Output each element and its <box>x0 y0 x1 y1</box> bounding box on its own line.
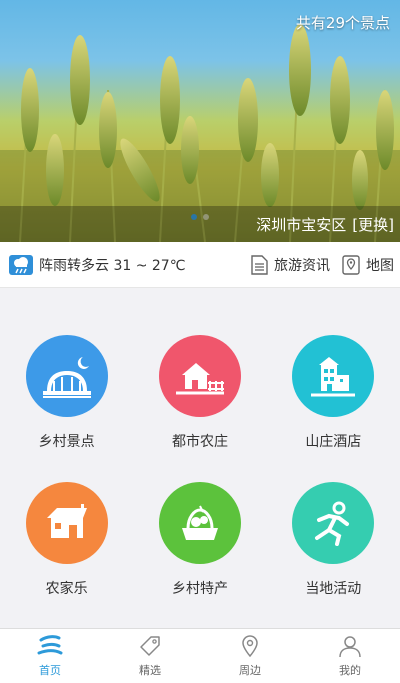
category-grid: 乡村景点 都市农庄 山庄酒店 农家乐 乡村特产 当地活动 <box>0 289 400 628</box>
location-pin-icon <box>242 635 258 658</box>
document-icon <box>251 254 268 275</box>
category-label: 山庄酒店 <box>305 434 362 450</box>
category-villa-hotel[interactable]: 山庄酒店 <box>267 335 400 482</box>
tab-label: 精选 <box>139 664 161 677</box>
category-label: 当地活动 <box>305 580 362 597</box>
category-farm-stay[interactable]: 农家乐 <box>0 481 133 629</box>
tab-profile[interactable]: 我的 <box>300 629 400 683</box>
tab-featured[interactable]: 精选 <box>100 629 200 683</box>
tab-label: 我的 <box>339 664 361 677</box>
user-icon <box>339 636 361 658</box>
category-urban-farm[interactable]: 都市农庄 <box>133 335 266 482</box>
travel-news-link[interactable]: 旅游资讯 <box>251 254 330 275</box>
tab-label: 周边 <box>239 664 261 677</box>
travel-news-label: 旅游资讯 <box>274 257 330 274</box>
tab-label: 首页 <box>39 664 61 677</box>
weather-text: 阵雨转多云 31 ~ 27℃ <box>39 257 186 274</box>
spot-count: 共有29个景点 <box>295 14 390 32</box>
info-row: 阵雨转多云 31 ~ 27℃ 旅游资讯 地图 <box>0 242 400 288</box>
map-pin-icon <box>342 254 360 275</box>
category-label: 乡村特产 <box>171 580 228 597</box>
change-location-button[interactable]: [更换] <box>352 214 394 235</box>
weather: 阵雨转多云 31 ~ 27℃ <box>9 254 239 275</box>
running-person-icon <box>292 481 375 564</box>
tab-nearby[interactable]: 周边 <box>200 629 300 683</box>
category-local-events[interactable]: 当地活动 <box>267 481 400 629</box>
category-local-specialty[interactable]: 乡村特产 <box>133 481 266 629</box>
hotel-icon <box>292 335 375 417</box>
category-label: 乡村景点 <box>38 434 95 450</box>
banner-carousel[interactable]: 共有29个景点 深圳市宝安区 [更换] <box>0 0 400 242</box>
location-bar: 深圳市宝安区 [更换] <box>0 206 400 242</box>
bridge-moon-icon <box>25 335 108 417</box>
category-label: 农家乐 <box>45 580 88 597</box>
map-label: 地图 <box>366 257 394 274</box>
bottom-tab-bar: 首页 精选 周边 我的 <box>0 628 400 683</box>
cottage-icon <box>25 481 108 564</box>
tab-home[interactable]: 首页 <box>0 629 100 683</box>
tag-icon <box>140 636 160 656</box>
current-location: 深圳市宝安区 <box>256 215 347 234</box>
category-rural-spots[interactable]: 乡村景点 <box>0 335 133 482</box>
farmhouse-icon <box>158 335 241 417</box>
basket-icon <box>158 481 241 564</box>
map-link[interactable]: 地图 <box>342 254 394 275</box>
home-swirl-icon <box>37 635 63 655</box>
category-label: 都市农庄 <box>171 434 228 450</box>
rain-cloud-icon <box>9 254 33 275</box>
